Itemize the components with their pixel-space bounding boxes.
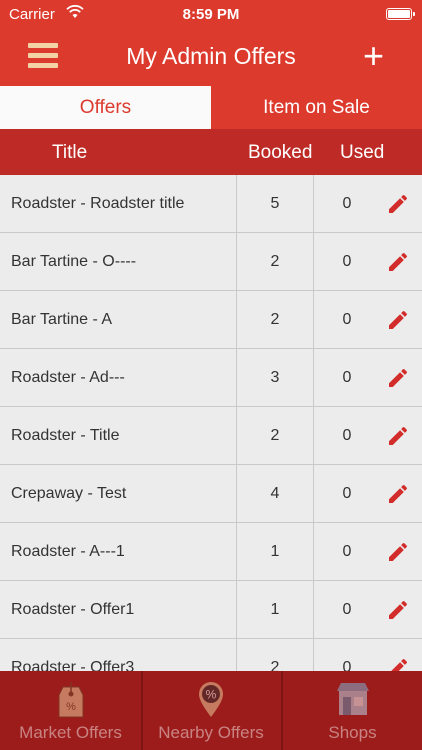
price-tag-icon: % — [58, 682, 83, 718]
table-row[interactable]: Roadster - A---1 1 0 — [0, 523, 422, 581]
tab-nearby-offers-label: Nearby Offers — [158, 723, 264, 742]
booked-count: 5 — [236, 175, 314, 232]
edit-pencil-icon[interactable] — [386, 540, 410, 564]
edit-pencil-icon[interactable] — [386, 250, 410, 274]
booked-count: 1 — [236, 523, 314, 580]
tab-market-offers[interactable]: % Market Offers — [0, 671, 143, 750]
tab-market-offers-label: Market Offers — [19, 723, 122, 742]
offer-title: Roadster - Ad--- — [11, 369, 125, 386]
booked-count: 2 — [236, 233, 314, 290]
column-header-booked: Booked — [248, 142, 313, 163]
tab-item-on-sale[interactable]: Item on Sale — [211, 86, 422, 129]
status-bar: Carrier 8:59 PM — [0, 0, 422, 30]
offer-title: Bar Tartine - O---- — [11, 253, 137, 270]
table-row[interactable]: Crepaway - Test 4 0 — [0, 465, 422, 523]
offers-table[interactable]: Roadster - Roadster title 5 0 Bar Tartine -… — [0, 175, 422, 671]
tab-nearby-offers[interactable]: % Nearby Offers — [141, 671, 283, 750]
booked-count: 2 — [236, 407, 314, 464]
plus-icon[interactable]: + — [363, 38, 384, 74]
offer-title: Roadster - Title — [11, 427, 120, 444]
booked-count: 2 — [236, 639, 314, 671]
tab-shops[interactable]: Shops — [283, 671, 422, 750]
offer-title: Roadster - A---1 — [11, 543, 125, 560]
edit-pencil-icon[interactable] — [386, 656, 410, 671]
used-count: 0 — [342, 601, 352, 618]
offer-title: Crepaway - Test — [11, 485, 127, 502]
edit-pencil-icon[interactable] — [386, 366, 410, 390]
table-row[interactable]: Roadster - Ad--- 3 0 — [0, 349, 422, 407]
table-row[interactable]: Roadster - Roadster title 5 0 — [0, 175, 422, 233]
table-row[interactable]: Roadster - Offer1 1 0 — [0, 581, 422, 639]
used-count: 0 — [342, 311, 352, 328]
booked-count: 3 — [236, 349, 314, 406]
used-count: 0 — [342, 427, 352, 444]
edit-pencil-icon[interactable] — [386, 598, 410, 622]
svg-text:%: % — [66, 701, 76, 713]
used-count: 0 — [342, 253, 352, 270]
used-count: 0 — [342, 543, 352, 560]
offer-title: Roadster - Roadster title — [11, 195, 185, 212]
offer-title: Bar Tartine - A — [11, 311, 113, 328]
edit-pencil-icon[interactable] — [386, 192, 410, 216]
edit-pencil-icon[interactable] — [386, 308, 410, 332]
column-header-title: Title — [52, 142, 88, 163]
used-count: 0 — [342, 195, 352, 212]
clock: 8:59 PM — [182, 6, 240, 23]
location-pin-percent-icon: % — [199, 682, 223, 717]
offer-title: Roadster - Offer3 — [11, 659, 135, 671]
used-count: 0 — [342, 485, 352, 502]
offer-title: Roadster - Offer1 — [11, 601, 135, 618]
used-count: 0 — [342, 369, 352, 386]
table-row[interactable]: Bar Tartine - A 2 0 — [0, 291, 422, 349]
svg-text:%: % — [206, 688, 217, 702]
table-row[interactable]: Roadster - Offer3 2 0 — [0, 639, 422, 671]
booked-count: 4 — [236, 465, 314, 522]
page-title: My Admin Offers — [126, 43, 296, 69]
shop-icon — [336, 683, 369, 715]
battery-icon — [386, 8, 415, 20]
segmented-tabs: Offers Item on Sale — [0, 86, 422, 129]
nav-bar: My Admin Offers + — [0, 30, 422, 86]
booked-count: 2 — [236, 291, 314, 348]
edit-pencil-icon[interactable] — [386, 482, 410, 506]
bottom-tab-bar: % Market Offers % Nearby Offers Shops — [0, 671, 422, 750]
table-row[interactable]: Roadster - Title 2 0 — [0, 407, 422, 465]
tab-shops-label: Shops — [328, 723, 377, 742]
column-header-used: Used — [340, 142, 385, 163]
tab-offers[interactable]: Offers — [0, 86, 211, 129]
used-count: 0 — [342, 659, 352, 671]
table-row[interactable]: Bar Tartine - O---- 2 0 — [0, 233, 422, 291]
booked-count: 1 — [236, 581, 314, 638]
table-header: Title Booked Used — [0, 129, 422, 175]
edit-pencil-icon[interactable] — [386, 424, 410, 448]
